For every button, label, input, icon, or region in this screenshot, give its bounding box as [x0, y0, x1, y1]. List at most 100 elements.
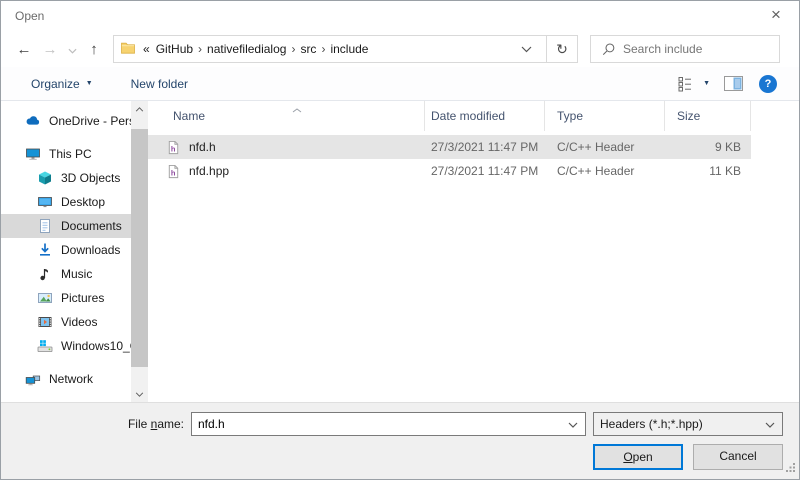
search-input[interactable] [623, 42, 779, 56]
refresh-button[interactable]: ↻ [547, 35, 578, 63]
navigation-bar: ← → ↑ « GitHub › nativefiledialog › src … [1, 31, 799, 67]
title-bar: Open × [1, 1, 799, 31]
main-area: OneDrive - Personal This PC 3D Objects D… [1, 101, 799, 402]
change-view-button[interactable]: ▼ [678, 76, 710, 92]
address-bar[interactable]: « GitHub › nativefiledialog › src › incl… [113, 35, 547, 63]
sidebar-item-label: Windows10_OS (C:) [61, 339, 131, 353]
preview-pane-button[interactable] [724, 76, 743, 91]
sidebar-item-desktop[interactable]: Desktop [1, 190, 131, 214]
sidebar-item-this-pc[interactable]: This PC [1, 142, 131, 166]
column-label: Type [557, 109, 583, 123]
this-pc-icon [25, 146, 41, 162]
breadcrumb-github[interactable]: GitHub [153, 42, 196, 56]
file-name: nfd.h [189, 140, 216, 154]
file-type: C/C++ Header [545, 164, 665, 178]
window-title: Open [15, 1, 44, 31]
file-size: 9 KB [665, 140, 751, 154]
new-folder-button[interactable]: New folder [131, 77, 188, 91]
file-date: 27/3/2021 11:47 PM [425, 164, 545, 178]
os-drive-icon [37, 338, 53, 354]
file-name-label: File name: [1, 412, 184, 436]
details-view-icon [678, 76, 697, 92]
sidebar-item-videos[interactable]: Videos [1, 310, 131, 334]
scrollbar-thumb[interactable] [131, 129, 148, 367]
file-date: 27/3/2021 11:47 PM [425, 140, 545, 154]
sidebar-item-network[interactable]: Network [1, 367, 131, 391]
documents-icon [37, 218, 53, 234]
sidebar-item-label: Desktop [61, 195, 105, 209]
file-size: 11 KB [665, 164, 751, 178]
forward-button[interactable]: → [37, 41, 63, 58]
sidebar-item-label: Pictures [61, 291, 104, 305]
videos-icon [37, 314, 53, 330]
back-button[interactable]: ← [11, 41, 37, 58]
sidebar-item-label: Downloads [61, 243, 120, 257]
header-file-icon: h [166, 140, 181, 155]
column-header-type[interactable]: Type [545, 101, 665, 131]
open-button[interactable]: Open [593, 444, 683, 470]
sidebar-item-label: 3D Objects [61, 171, 120, 185]
desktop-icon [37, 194, 53, 210]
svg-text:h: h [171, 168, 176, 177]
close-icon[interactable]: × [759, 1, 793, 31]
onedrive-cloud-icon [25, 113, 41, 129]
sidebar-item-documents[interactable]: Documents [1, 214, 131, 238]
file-type: C/C++ Header [545, 140, 665, 154]
command-toolbar: Organize ▼ New folder ▼ ? [1, 67, 799, 101]
file-row-nfd-h[interactable]: h nfd.h 27/3/2021 11:47 PM C/C++ Header … [148, 135, 751, 159]
up-button[interactable]: ↑ [81, 41, 107, 58]
organize-label: Organize [31, 77, 80, 91]
crumb-separator-icon: › [196, 42, 204, 56]
file-rows: h nfd.h 27/3/2021 11:47 PM C/C++ Header … [148, 135, 799, 183]
views-caret-icon: ▼ [703, 80, 710, 87]
downloads-icon [37, 242, 53, 258]
cancel-button[interactable]: Cancel [693, 444, 783, 470]
list-header: Name Date modified Type Size [148, 101, 799, 131]
sidebar-item-windows10-os[interactable]: Windows10_OS (C:) [1, 334, 131, 358]
breadcrumb-nativefiledialog[interactable]: nativefiledialog [204, 42, 289, 56]
resize-grip[interactable] [786, 462, 796, 476]
column-header-name[interactable]: Name [148, 101, 425, 131]
file-type-dropdown-icon [765, 417, 775, 431]
sort-ascending-icon [292, 102, 302, 116]
3d-objects-cube-icon [37, 170, 53, 186]
column-label: Name [173, 109, 205, 123]
sidebar-item-label: Network [49, 372, 93, 386]
column-label: Size [677, 109, 700, 123]
help-button[interactable]: ? [759, 75, 777, 93]
sidebar-item-pictures[interactable]: Pictures [1, 286, 131, 310]
address-dropdown-icon[interactable] [513, 42, 540, 56]
organize-button[interactable]: Organize ▼ [31, 77, 93, 91]
sidebar-item-label: This PC [49, 147, 92, 161]
file-type-select[interactable]: Headers (*.h;*.hpp) [593, 412, 783, 436]
breadcrumb-overflow[interactable]: « [140, 42, 153, 56]
search-box [590, 35, 780, 63]
sidebar-item-downloads[interactable]: Downloads [1, 238, 131, 262]
sidebar-item-music[interactable]: Music [1, 262, 131, 286]
navigation-pane: OneDrive - Personal This PC 3D Objects D… [1, 101, 131, 402]
svg-text:h: h [171, 144, 176, 153]
column-header-size[interactable]: Size [665, 101, 751, 131]
new-folder-label: New folder [131, 77, 188, 91]
scroll-up-icon[interactable] [131, 101, 148, 117]
history-dropdown-icon[interactable] [63, 41, 81, 58]
organize-caret-icon: ▼ [86, 80, 93, 87]
file-list: Name Date modified Type Size h [148, 101, 799, 402]
network-icon [25, 371, 41, 387]
pictures-icon [37, 290, 53, 306]
file-row-nfd-hpp[interactable]: h nfd.hpp 27/3/2021 11:47 PM C/C++ Heade… [148, 159, 751, 183]
crumb-separator-icon: › [319, 42, 327, 56]
file-name-input[interactable] [192, 417, 568, 431]
search-icon [601, 42, 616, 57]
scroll-down-icon[interactable] [131, 386, 148, 402]
file-name-dropdown-icon[interactable] [568, 417, 578, 431]
column-header-date-modified[interactable]: Date modified [425, 101, 545, 131]
header-file-icon: h [166, 164, 181, 179]
breadcrumb-include[interactable]: include [327, 42, 371, 56]
sidebar-item-onedrive[interactable]: OneDrive - Personal [1, 109, 131, 133]
sidebar-item-3d-objects[interactable]: 3D Objects [1, 166, 131, 190]
breadcrumb-src[interactable]: src [297, 42, 319, 56]
sidebar-item-label: OneDrive - Personal [49, 114, 131, 128]
sidebar-item-label: Music [61, 267, 92, 281]
sidebar-scrollbar[interactable] [131, 101, 148, 402]
